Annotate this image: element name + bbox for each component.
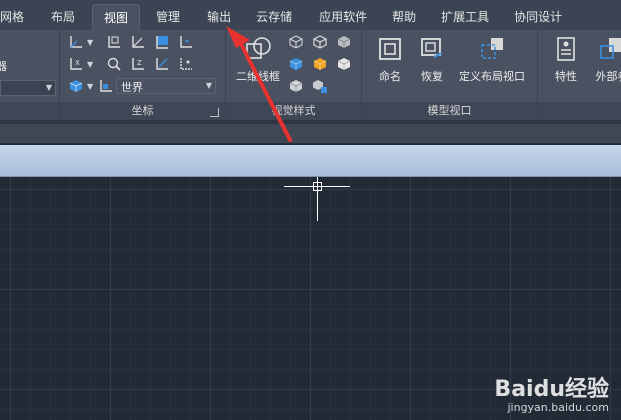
chevron-down-icon[interactable]: ▼	[87, 38, 93, 47]
xref-icon	[599, 36, 621, 62]
watermark-url: jingyan.baidu.com	[507, 401, 609, 414]
pickbox	[313, 182, 322, 191]
wireframe-icon	[245, 36, 271, 62]
svg-text:Z: Z	[137, 59, 142, 67]
cube-blue-icon[interactable]	[288, 56, 304, 72]
partial-label: 器	[0, 60, 7, 73]
chevron-down-icon[interactable]: ▼	[87, 82, 93, 91]
ucs-dropdown-value: 世界	[121, 81, 143, 94]
menu-bar: 网格 布局 视图 管理 输出 云存储 应用软件 帮助 扩展工具 协同设计	[0, 0, 621, 30]
panel-palettes: 特性 外部参	[538, 30, 621, 120]
chevron-down-icon: ▼	[45, 83, 52, 92]
chevron-down-icon: ▼	[205, 81, 212, 90]
tab-output[interactable]: 输出	[191, 4, 242, 30]
tab-manage[interactable]: 管理	[140, 4, 191, 30]
toolbar-strip	[0, 124, 621, 144]
restore-viewport-button[interactable]: 恢复	[404, 30, 460, 90]
tab-applications[interactable]: 应用软件	[303, 4, 378, 30]
tab-collaboration[interactable]: 协同设计	[500, 4, 573, 30]
external-references-button[interactable]: 外部参	[584, 30, 621, 90]
cube-hidden-icon[interactable]	[312, 34, 328, 50]
visual-style-manager-icon[interactable]	[312, 78, 328, 94]
viewport-restore-icon	[419, 36, 445, 62]
chevron-down-icon[interactable]: ▼	[87, 60, 93, 69]
panel-coordinates: ▼ X ▼ Z ▼ 世界 ▼ 坐标	[60, 30, 226, 120]
ribbon: 器 ▼ ▼ X ▼ Z ▼ 世界 ▼ 坐标 二维线框 视觉样式 命名 恢复 定义…	[0, 30, 621, 120]
ucs-view-icon[interactable]	[154, 34, 170, 50]
panel-model-viewports: 命名 恢复 定义布局视口 模型视口	[362, 30, 538, 120]
ucs-z-icon[interactable]: Z	[130, 56, 146, 72]
cube-grey-icon[interactable]	[336, 34, 352, 50]
ucs-origin-icon[interactable]	[106, 34, 122, 50]
tab-layout[interactable]: 布局	[35, 4, 86, 30]
tab-mesh[interactable]: 网格	[0, 4, 35, 30]
cube-white-icon[interactable]	[336, 56, 352, 72]
viewport-named-icon	[377, 36, 403, 62]
panel-left-partial: 器 ▼	[0, 30, 60, 120]
watermark: Baidu经验 jingyan.baidu.com	[494, 371, 609, 414]
tab-view[interactable]: 视图	[92, 4, 141, 30]
file-tab-bar	[0, 145, 621, 177]
panel-visual-styles: 二维线框 视觉样式	[226, 30, 362, 120]
wireframe-2d-button[interactable]: 二维线框	[230, 30, 286, 90]
watermark-logo: Baidu经验	[494, 377, 609, 402]
ucs-world-icon	[98, 78, 114, 94]
panel-title-coordinates: 坐标	[60, 102, 225, 120]
ucs-cube-icon[interactable]	[68, 78, 84, 94]
cube-wire-icon[interactable]	[288, 34, 304, 50]
cube-shaded-icon[interactable]	[288, 78, 304, 94]
ucs-x-icon[interactable]: X	[68, 56, 84, 72]
panel-title-visual-styles: 视觉样式	[226, 102, 361, 120]
properties-icon	[553, 36, 579, 62]
define-layout-viewport-button[interactable]: 定义布局视口	[459, 30, 525, 90]
ucs-icon[interactable]	[68, 34, 84, 50]
ucs-3point-icon[interactable]	[178, 34, 194, 50]
ucs-z-axis-icon[interactable]	[130, 34, 146, 50]
panel-launcher-icon[interactable]	[210, 108, 219, 117]
partial-dropdown[interactable]: ▼	[0, 80, 56, 96]
viewport-define-icon	[479, 36, 505, 62]
svg-text:X: X	[75, 59, 80, 67]
panel-title-model-viewports: 模型视口	[362, 102, 537, 120]
tab-cloud-storage[interactable]: 云存储	[242, 4, 303, 30]
ucs-named-dropdown[interactable]: 世界 ▼	[116, 78, 216, 94]
cube-orange-icon[interactable]	[312, 56, 328, 72]
tab-help[interactable]: 帮助	[378, 4, 427, 30]
ucs-object-icon[interactable]	[178, 56, 194, 72]
tab-extensions[interactable]: 扩展工具	[427, 4, 500, 30]
ucs-apply-icon[interactable]	[154, 56, 170, 72]
ucs-magnify-icon[interactable]	[106, 56, 122, 72]
